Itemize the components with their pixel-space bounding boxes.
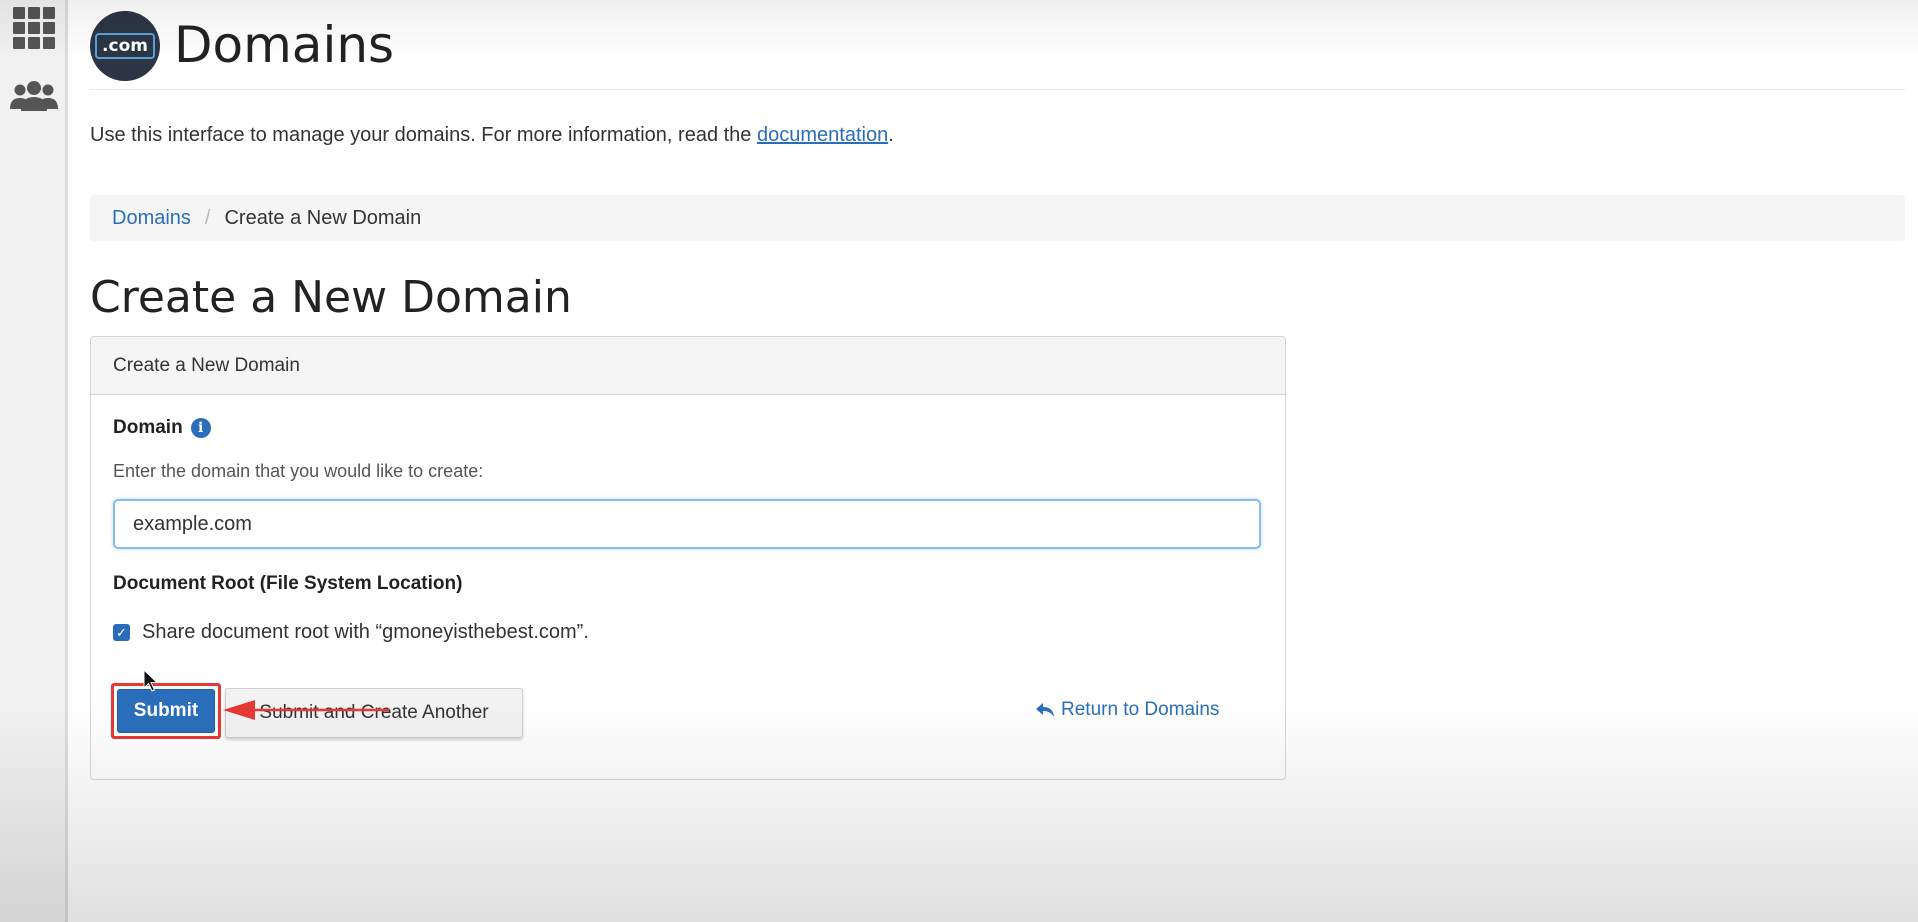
breadcrumb: Domains / Create a New Domain — [90, 195, 1905, 241]
share-document-root-label[interactable]: Share document root with “gmoneyisthebes… — [142, 621, 589, 644]
documentation-link[interactable]: documentation — [757, 124, 888, 146]
return-to-domains-link[interactable]: Return to Domains — [1035, 699, 1219, 721]
page-title: Domains — [174, 16, 395, 74]
app-sidebar — [0, 0, 68, 922]
share-document-root-checkbox[interactable]: ✓ — [113, 624, 130, 641]
return-to-domains-label: Return to Domains — [1061, 699, 1220, 720]
breadcrumb-separator: / — [204, 206, 211, 229]
panel-heading: Create a New Domain — [91, 337, 1285, 395]
sidebar-apps-button[interactable] — [8, 0, 60, 56]
submit-button[interactable]: Submit — [117, 689, 215, 733]
apps-grid-icon — [13, 7, 55, 49]
logo-text: .com — [95, 33, 155, 59]
info-icon[interactable]: i — [190, 418, 211, 438]
intro-body: Use this interface to manage your domain… — [90, 124, 757, 146]
main-content: .com Domains Use this interface to manag… — [90, 0, 1905, 922]
domain-label: Domain i — [113, 417, 211, 439]
submit-highlight: Submit — [111, 683, 221, 739]
breadcrumb-current: Create a New Domain — [224, 206, 422, 229]
domains-logo: .com — [90, 11, 160, 81]
share-document-root-row: ✓ Share document root with “gmoneyistheb… — [113, 621, 589, 644]
sidebar-users-button[interactable] — [8, 68, 60, 124]
document-root-label: Document Root (File System Location) — [113, 573, 463, 594]
domain-input[interactable] — [113, 499, 1261, 549]
section-title: Create a New Domain — [90, 272, 572, 323]
mouse-cursor-icon — [143, 669, 159, 692]
page-header: .com Domains — [90, 8, 1905, 90]
domain-label-text: Domain — [113, 417, 183, 438]
intro-text: Use this interface to manage your domain… — [90, 124, 894, 147]
domain-help-text: Enter the domain that you would like to … — [113, 461, 484, 481]
reply-arrow-icon — [1036, 703, 1054, 717]
annotation-arrow-icon — [223, 700, 389, 720]
create-domain-panel: Create a New Domain Domain i Enter the d… — [90, 336, 1286, 780]
breadcrumb-domains-link[interactable]: Domains — [112, 207, 191, 230]
intro-suffix: . — [888, 124, 894, 146]
users-icon — [10, 81, 58, 111]
